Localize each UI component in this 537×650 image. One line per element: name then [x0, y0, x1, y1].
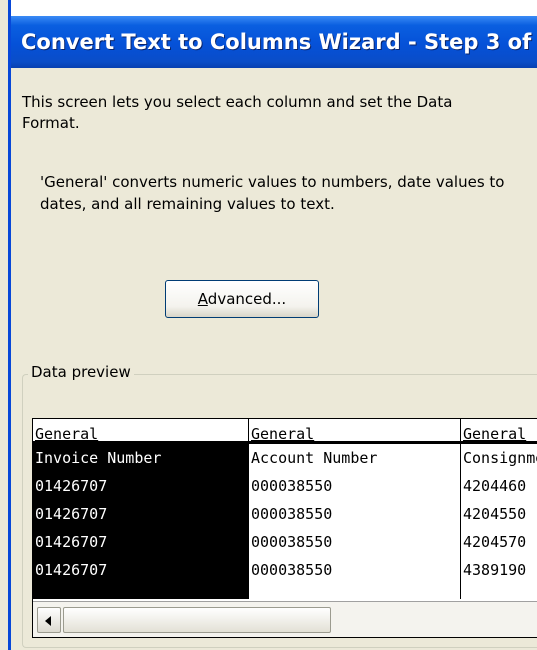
preview-cell: 000038550 — [251, 561, 333, 579]
preview-cell: 01426707 — [33, 528, 248, 556]
preview-cell: 000038550 — [251, 533, 333, 551]
preview-cell: Account Number — [251, 449, 378, 467]
general-format-hint: 'General' converts numeric values to num… — [40, 173, 505, 213]
preview-cell: Consignment — [463, 449, 537, 467]
preview-cell: 000038550 — [251, 477, 333, 495]
preview-column-3[interactable]: General Consignment 4204460 4204550 4204… — [461, 419, 537, 599]
top-strip — [11, 0, 537, 16]
preview-column-1[interactable]: General Invoice Number 01426707 01426707… — [33, 419, 248, 599]
scroll-left-button[interactable] — [37, 607, 61, 633]
preview-cell: 01426707 — [33, 500, 248, 528]
window-title: Convert Text to Columns Wizard - Step 3 … — [21, 30, 537, 54]
left-arrow-icon — [45, 616, 51, 626]
preview-cell: 4204550 — [463, 505, 527, 523]
preview-cell: 4389190 — [463, 561, 527, 579]
column-format-header[interactable]: General — [249, 419, 460, 444]
data-preview-label: Data preview — [28, 363, 134, 381]
column-format-header[interactable]: General — [33, 419, 248, 444]
data-preview-pane[interactable]: General Invoice Number 01426707 01426707… — [32, 418, 537, 638]
description-text: This screen lets you select each column … — [22, 93, 453, 132]
column-format-header[interactable]: General — [461, 419, 537, 444]
horizontal-scrollbar[interactable] — [33, 601, 537, 637]
preview-cell: 01426707 — [33, 472, 248, 500]
advanced-button[interactable]: Advanced... — [165, 280, 319, 318]
preview-cell: Invoice Number — [33, 444, 248, 472]
preview-cell: 000038550 — [251, 505, 333, 523]
preview-cell: 4204570 — [463, 533, 527, 551]
advanced-button-label: Advanced... — [197, 290, 287, 308]
scrollbar-thumb[interactable] — [63, 607, 331, 633]
preview-grid: General Invoice Number 01426707 01426707… — [33, 419, 537, 601]
title-bar: Convert Text to Columns Wizard - Step 3 … — [11, 16, 537, 68]
preview-cell: 01426707 — [33, 556, 248, 584]
preview-column-2[interactable]: General Account Number 000038550 0000385… — [249, 419, 460, 599]
preview-cell: 4204460 — [463, 477, 527, 495]
